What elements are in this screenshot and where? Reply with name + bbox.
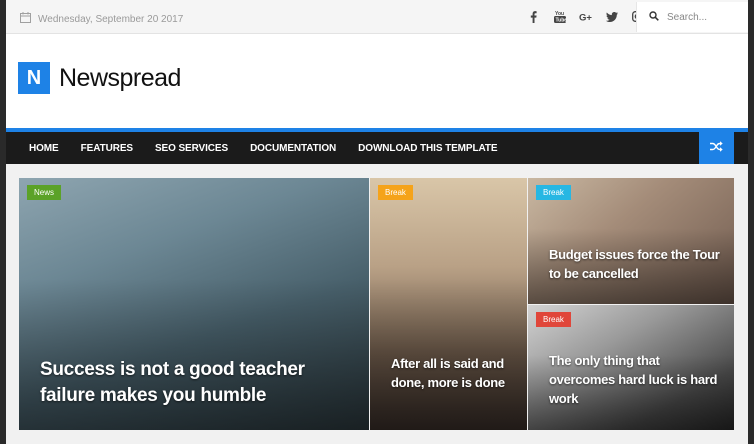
category-badge[interactable]: Break <box>536 185 571 200</box>
search-icon[interactable] <box>649 8 659 26</box>
article-title[interactable]: After all is said and done, more is done <box>391 354 521 392</box>
featured-grid: News Success is not a good teacher failu… <box>6 164 748 444</box>
nav-item-features[interactable]: FEATURES <box>70 132 144 164</box>
nav-items: HOME FEATURES SEO SERVICES DOCUMENTATION… <box>6 132 508 164</box>
nav-item-documentation[interactable]: DOCUMENTATION <box>239 132 347 164</box>
site-header: N Newspread <box>6 34 748 128</box>
youtube-icon[interactable]: You Tube <box>553 10 566 23</box>
featured-article-bottom-right[interactable]: Break The only thing that overcomes hard… <box>528 305 734 430</box>
date-text: Wednesday, September 20 2017 <box>38 13 184 25</box>
svg-text:G+: G+ <box>579 12 592 22</box>
category-badge[interactable]: Break <box>536 312 571 327</box>
shuffle-button[interactable] <box>699 132 734 164</box>
search-box <box>636 2 748 32</box>
article-title[interactable]: Budget issues force the Tour to be cance… <box>549 245 724 283</box>
article-title[interactable]: The only thing that overcomes hard luck … <box>549 351 719 408</box>
shuffle-icon <box>710 139 723 157</box>
main-nav: HOME FEATURES SEO SERVICES DOCUMENTATION… <box>6 128 748 164</box>
svg-text:Tube: Tube <box>555 18 566 24</box>
twitter-icon[interactable] <box>605 10 618 23</box>
nav-item-home[interactable]: HOME <box>6 132 70 164</box>
featured-article-large[interactable]: News Success is not a good teacher failu… <box>19 178 369 430</box>
nav-item-seo-services[interactable]: SEO SERVICES <box>144 132 239 164</box>
featured-article-tall[interactable]: Break After all is said and done, more i… <box>370 178 527 430</box>
calendar-icon <box>20 10 31 28</box>
top-bar: Wednesday, September 20 2017 You Tube G+ <box>6 0 748 34</box>
article-title[interactable]: Success is not a good teacher failure ma… <box>40 357 340 409</box>
nav-item-download-template[interactable]: DOWNLOAD THIS TEMPLATE <box>347 132 508 164</box>
site-name: Newspread <box>59 63 181 92</box>
date-display: Wednesday, September 20 2017 <box>20 10 183 28</box>
featured-article-top-right[interactable]: Break Budget issues force the Tour to be… <box>528 178 734 304</box>
category-badge[interactable]: Break <box>378 185 413 200</box>
social-links: You Tube G+ <box>527 10 644 23</box>
google-plus-icon[interactable]: G+ <box>579 10 592 23</box>
search-input[interactable] <box>667 11 737 23</box>
facebook-icon[interactable] <box>527 10 540 23</box>
site-logo[interactable]: N Newspread <box>18 62 181 94</box>
logo-mark: N <box>18 62 50 94</box>
category-badge[interactable]: News <box>27 185 62 200</box>
